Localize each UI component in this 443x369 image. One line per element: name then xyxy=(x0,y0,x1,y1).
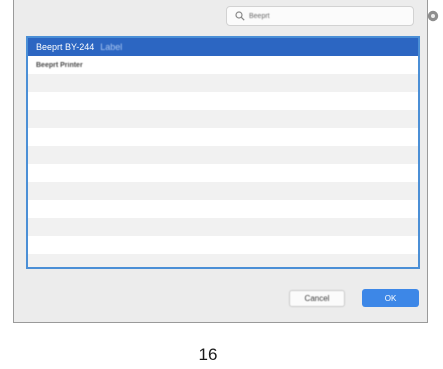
ok-button-label: OK xyxy=(384,293,397,303)
empty-list-row xyxy=(28,110,418,128)
empty-list-row xyxy=(28,128,418,146)
search-field[interactable] xyxy=(226,6,414,26)
empty-list-row xyxy=(28,74,418,92)
cancel-button[interactable]: Cancel xyxy=(289,290,345,307)
empty-list-row xyxy=(28,146,418,164)
empty-list-row xyxy=(28,164,418,182)
empty-list-row xyxy=(28,254,418,267)
printer-row-selected[interactable]: Beeprt BY-244 Label xyxy=(28,38,418,56)
cancel-button-label: Cancel xyxy=(304,294,330,303)
printer-select-dialog: Beeprt BY-244 Label Beeprt Printer Cance… xyxy=(13,0,439,323)
page-number: 16 xyxy=(198,345,218,364)
printer-row[interactable]: Beeprt Printer xyxy=(28,56,418,74)
printer-list[interactable]: Beeprt BY-244 Label Beeprt Printer xyxy=(26,36,420,269)
gear-icon[interactable] xyxy=(426,9,440,23)
ok-button[interactable]: OK xyxy=(362,289,419,307)
empty-list-row xyxy=(28,92,418,110)
search-input[interactable] xyxy=(249,8,399,24)
empty-list-row xyxy=(28,236,418,254)
printer-kind: Label xyxy=(100,42,123,52)
printer-name: Beeprt BY-244 xyxy=(36,42,95,52)
search-icon xyxy=(235,11,245,21)
empty-list-row xyxy=(28,218,418,236)
printer-name: Beeprt Printer xyxy=(36,61,83,69)
empty-list-row xyxy=(28,200,418,218)
empty-list-row xyxy=(28,182,418,200)
